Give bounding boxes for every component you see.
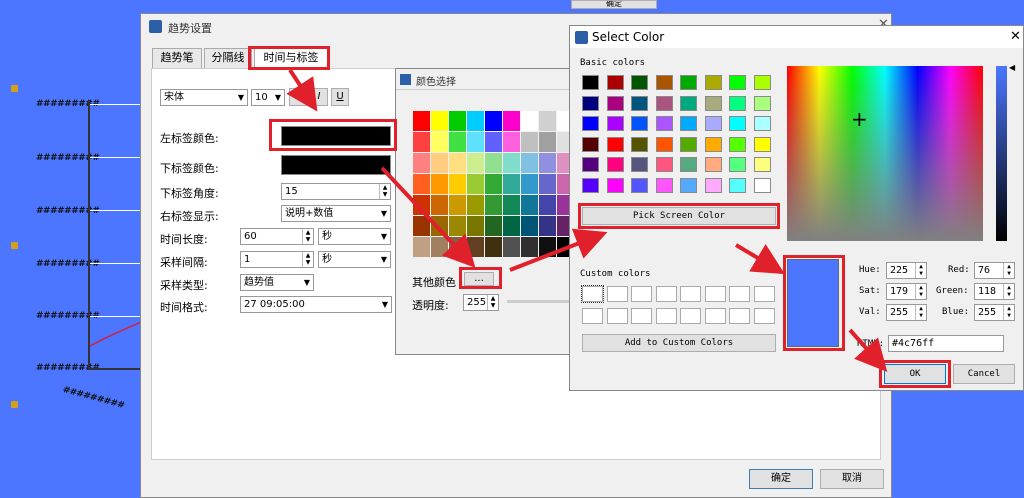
annotation-arrows — [286, 68, 888, 372]
